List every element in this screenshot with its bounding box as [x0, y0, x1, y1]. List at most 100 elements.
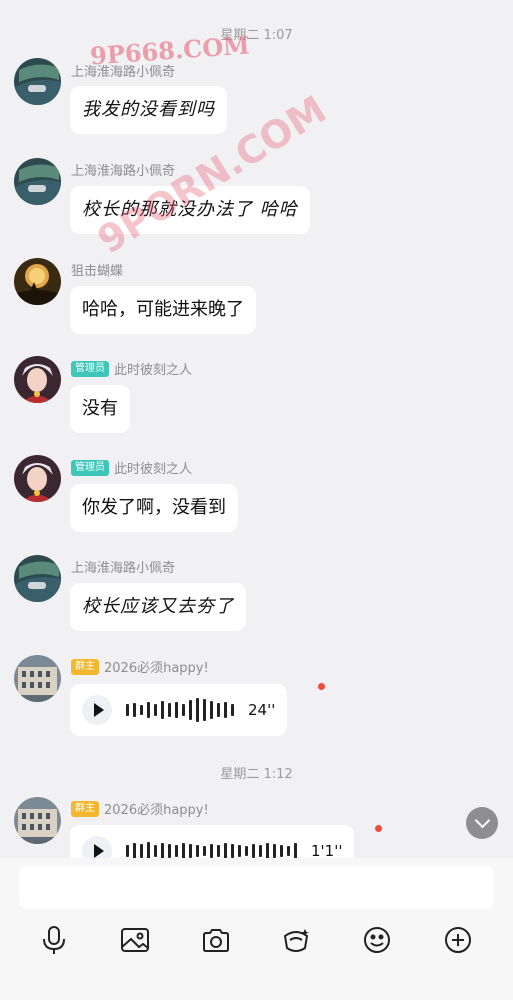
message-bubble[interactable]: 校长的那就没办法了 哈哈	[70, 186, 310, 234]
sender-name-text: 上海淮海路小佩奇	[71, 65, 176, 80]
waveform-bar	[210, 701, 213, 719]
sender-name-text: 狙击蝴蝶	[71, 264, 124, 279]
voice-waveform	[126, 697, 234, 723]
voice-waveform	[126, 838, 297, 858]
plus-icon[interactable]	[438, 920, 478, 960]
avatar[interactable]	[14, 797, 61, 844]
avatar[interactable]	[14, 655, 61, 702]
waveform-bar	[126, 845, 129, 857]
waveform-bar	[294, 843, 297, 858]
owner-badge: 群主	[71, 658, 99, 675]
chat-message-list[interactable]: 星期二 1:07 上海淮海路小佩奇 我发的没看到吗 上海淮海路小佩奇 校长的那就…	[0, 0, 513, 858]
unread-dot	[375, 825, 382, 832]
waveform-bar	[182, 704, 185, 716]
waveform-bar	[231, 844, 234, 858]
sender-name: 群主 2026必须happy!	[71, 799, 209, 818]
input-toolbar	[0, 920, 513, 960]
sender-name-text: 上海淮海路小佩奇	[71, 561, 176, 576]
waveform-bar	[203, 846, 206, 856]
waveform-bar	[259, 845, 262, 857]
image-icon[interactable]	[115, 920, 155, 960]
waveform-bar	[287, 846, 290, 856]
camera-icon[interactable]	[196, 920, 236, 960]
input-panel	[0, 858, 513, 1000]
waveform-bar	[133, 843, 136, 858]
sender-name: 上海淮海路小佩奇	[71, 61, 175, 80]
waveform-bar	[231, 704, 234, 716]
message-bubble[interactable]: 校长应该又去夯了	[70, 583, 246, 631]
message-bubble[interactable]: 你发了啊，没看到	[70, 484, 238, 532]
sender-name-text: 此时彼刻之人	[114, 462, 193, 477]
red-packet-icon[interactable]	[276, 920, 316, 960]
waveform-bar	[168, 844, 171, 858]
sender-name: 狙击蝴蝶	[71, 260, 123, 279]
timestamp: 星期二 1:12	[220, 767, 293, 782]
waveform-bar	[133, 703, 136, 717]
sender-name: 上海淮海路小佩奇	[71, 557, 175, 576]
waveform-bar	[147, 842, 150, 858]
waveform-bar	[154, 845, 157, 857]
voice-duration: 24''	[248, 701, 276, 719]
waveform-bar	[196, 845, 199, 857]
waveform-bar	[245, 846, 248, 856]
waveform-bar	[252, 844, 255, 858]
sender-name-text: 2026必须happy!	[104, 803, 209, 818]
sender-name: 管理员 此时彼刻之人	[71, 359, 192, 378]
waveform-bar	[175, 845, 178, 857]
voice-message[interactable]: 1'1''	[70, 825, 355, 858]
voice-message[interactable]: 24''	[70, 684, 288, 736]
waveform-bar	[161, 701, 164, 719]
sender-name-text: 此时彼刻之人	[114, 363, 193, 378]
avatar[interactable]	[14, 555, 61, 602]
sender-name: 群主 2026必须happy!	[71, 657, 209, 676]
play-button[interactable]	[82, 695, 112, 725]
emoji-icon[interactable]	[357, 920, 397, 960]
voice-duration: 1'1''	[311, 842, 343, 858]
unread-dot	[318, 683, 325, 690]
avatar[interactable]	[14, 455, 61, 502]
play-button[interactable]	[82, 836, 112, 858]
sender-name: 上海淮海路小佩奇	[71, 160, 175, 179]
message-bubble[interactable]: 哈哈，可能进来晚了	[70, 286, 256, 334]
admin-badge: 管理员	[71, 459, 109, 476]
waveform-bar	[140, 844, 143, 858]
play-icon	[93, 844, 104, 858]
waveform-bar	[210, 844, 213, 858]
chevron-down-icon	[474, 812, 490, 829]
waveform-bar	[266, 843, 269, 858]
waveform-bar	[203, 699, 206, 721]
play-icon	[93, 703, 104, 717]
waveform-bar	[175, 702, 178, 718]
timestamp: 星期二 1:07	[220, 28, 293, 43]
avatar[interactable]	[14, 58, 61, 105]
message-input[interactable]	[19, 866, 494, 909]
message-bubble[interactable]: 没有	[70, 385, 130, 433]
scroll-to-bottom-button[interactable]	[466, 807, 498, 839]
waveform-bar	[126, 704, 129, 716]
waveform-bar	[224, 702, 227, 718]
sender-name-text: 上海淮海路小佩奇	[71, 164, 176, 179]
waveform-bar	[154, 704, 157, 716]
avatar[interactable]	[14, 258, 61, 305]
message-bubble[interactable]: 我发的没看到吗	[70, 86, 227, 134]
waveform-bar	[196, 698, 199, 722]
waveform-bar	[217, 703, 220, 717]
waveform-bar	[161, 843, 164, 858]
waveform-bar	[168, 703, 171, 717]
waveform-bar	[224, 843, 227, 858]
avatar[interactable]	[14, 356, 61, 403]
owner-badge: 群主	[71, 800, 99, 817]
waveform-bar	[182, 843, 185, 858]
waveform-bar	[238, 845, 241, 857]
microphone-icon[interactable]	[34, 920, 74, 960]
waveform-bar	[273, 844, 276, 858]
sender-name: 管理员 此时彼刻之人	[71, 458, 192, 477]
waveform-bar	[147, 702, 150, 718]
waveform-bar	[280, 845, 283, 857]
waveform-bar	[217, 845, 220, 857]
waveform-bar	[189, 700, 192, 720]
sender-name-text: 2026必须happy!	[104, 661, 209, 676]
waveform-bar	[140, 705, 143, 715]
avatar[interactable]	[14, 158, 61, 205]
admin-badge: 管理员	[71, 360, 109, 377]
